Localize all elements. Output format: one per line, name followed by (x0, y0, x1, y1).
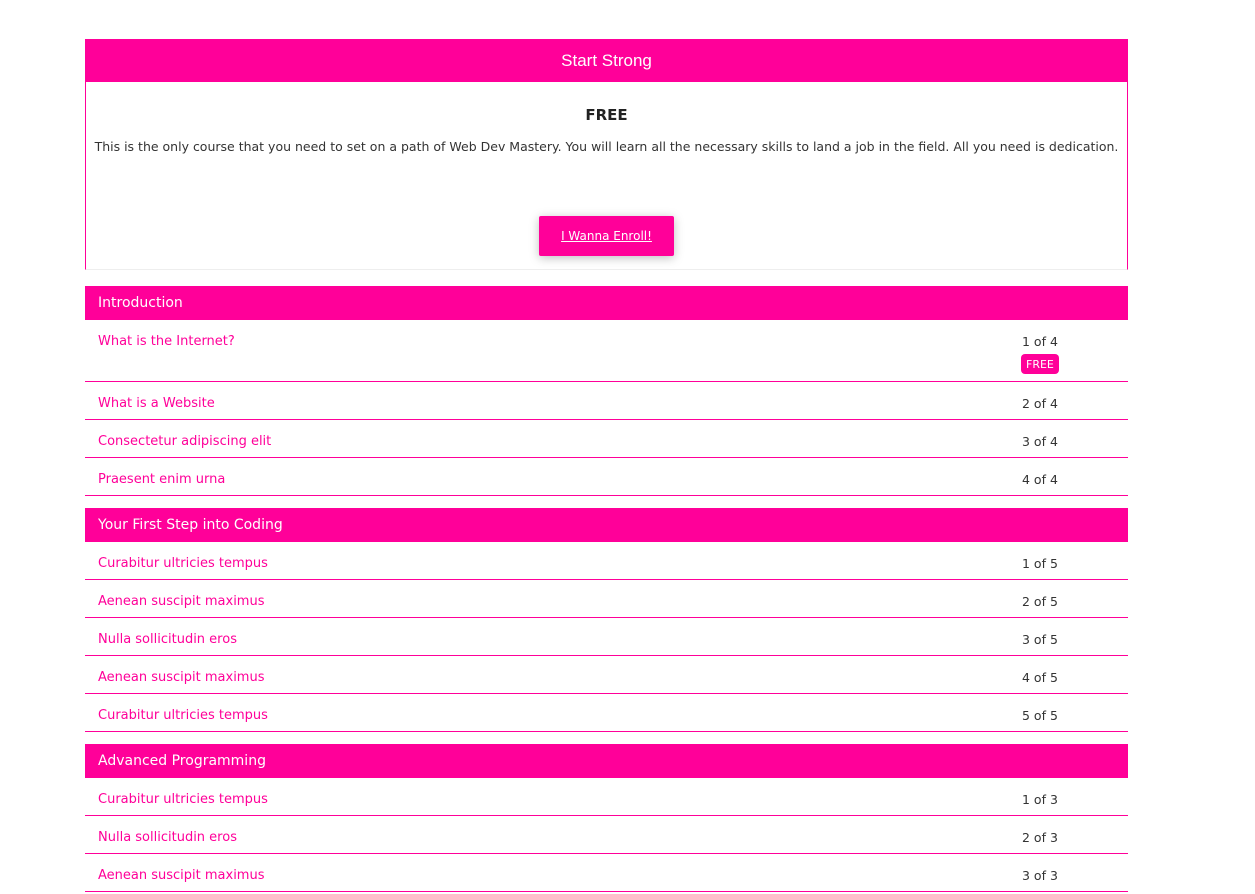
section-header: Introduction (85, 286, 1128, 320)
lesson-count: 5 of 5 (1022, 708, 1058, 723)
section-first-step: Your First Step into Coding Curabitur ul… (85, 508, 1128, 732)
lesson-row: Nulla sollicitudin eros 3 of 5 (85, 618, 1128, 656)
lesson-link[interactable]: Curabitur ultricies tempus (98, 708, 268, 723)
lesson-row: What is the Internet? 1 of 4 FREE (85, 320, 1128, 382)
free-badge: FREE (1021, 354, 1059, 374)
section-header: Your First Step into Coding (85, 508, 1128, 542)
lesson-count: 4 of 5 (1022, 670, 1058, 685)
lesson-row: Aenean suscipit maximus 3 of 3 (85, 854, 1128, 892)
lesson-link[interactable]: Nulla sollicitudin eros (98, 632, 237, 647)
course-card: Start Strong FREE This is the only cours… (85, 39, 1128, 270)
lesson-count: 3 of 3 (1022, 868, 1058, 883)
lesson-count: 2 of 4 (1022, 396, 1058, 411)
lesson-count: 3 of 5 (1022, 632, 1058, 647)
lesson-row: Aenean suscipit maximus 4 of 5 (85, 656, 1128, 694)
lesson-row: Consectetur adipiscing elit 3 of 4 (85, 420, 1128, 458)
lesson-link[interactable]: Aenean suscipit maximus (98, 868, 265, 883)
course-price: FREE (585, 106, 628, 124)
lesson-link[interactable]: Consectetur adipiscing elit (98, 434, 271, 449)
lesson-row: What is a Website 2 of 4 (85, 382, 1128, 420)
lesson-count: 1 of 5 (1022, 556, 1058, 571)
lesson-count: 2 of 5 (1022, 594, 1058, 609)
lesson-count: 4 of 4 (1022, 472, 1058, 487)
lesson-count: 3 of 4 (1022, 434, 1058, 449)
lesson-link[interactable]: Aenean suscipit maximus (98, 670, 265, 685)
course-title: Start Strong (85, 39, 1128, 82)
lesson-count: 1 of 4 (1022, 334, 1058, 349)
enroll-button[interactable]: I Wanna Enroll! (539, 216, 674, 256)
lesson-row: Aenean suscipit maximus 2 of 5 (85, 580, 1128, 618)
lesson-link[interactable]: What is the Internet? (98, 334, 235, 349)
section-header: Advanced Programming (85, 744, 1128, 778)
course-description: This is the only course that you need to… (94, 139, 1119, 154)
lesson-link[interactable]: Curabitur ultricies tempus (98, 792, 268, 807)
lesson-link[interactable]: Nulla sollicitudin eros (98, 830, 237, 845)
section-advanced-programming: Advanced Programming Curabitur ultricies… (85, 744, 1128, 892)
lesson-count: 2 of 3 (1022, 830, 1058, 845)
lesson-link[interactable]: Praesent enim urna (98, 472, 225, 487)
lesson-link[interactable]: Aenean suscipit maximus (98, 594, 265, 609)
lesson-count: 1 of 3 (1022, 792, 1058, 807)
course-page: Start Strong FREE This is the only cours… (0, 0, 1255, 894)
lesson-link[interactable]: Curabitur ultricies tempus (98, 556, 268, 571)
lesson-row: Curabitur ultricies tempus 1 of 5 (85, 542, 1128, 580)
section-introduction: Introduction What is the Internet? 1 of … (85, 286, 1128, 496)
lesson-row: Curabitur ultricies tempus 5 of 5 (85, 694, 1128, 732)
lesson-link[interactable]: What is a Website (98, 396, 215, 411)
lesson-row: Curabitur ultricies tempus 1 of 3 (85, 778, 1128, 816)
lesson-row: Nulla sollicitudin eros 2 of 3 (85, 816, 1128, 854)
lesson-row: Praesent enim urna 4 of 4 (85, 458, 1128, 496)
